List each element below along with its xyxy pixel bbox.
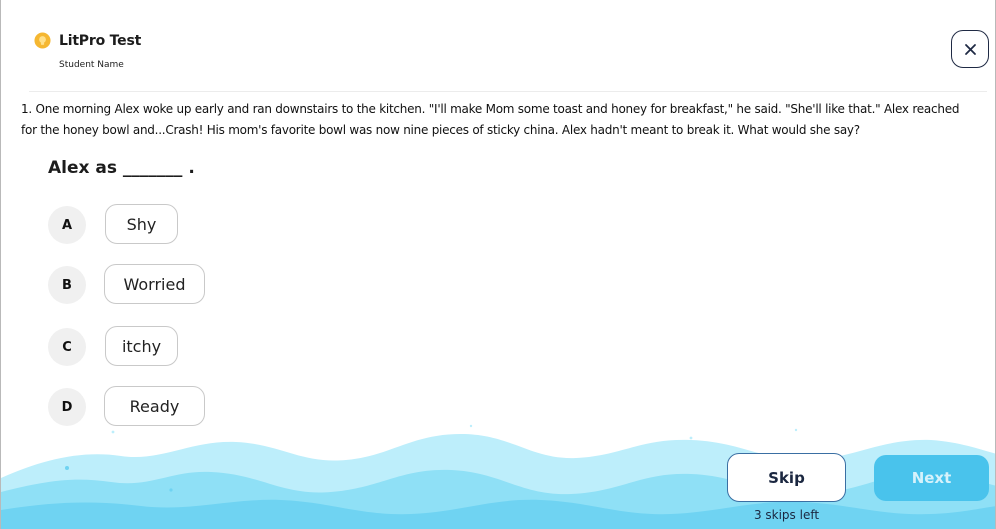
- option-letter: B: [48, 266, 86, 304]
- option-label[interactable]: Worried: [104, 264, 205, 304]
- close-button[interactable]: [951, 30, 989, 68]
- bulb-icon: [34, 32, 51, 49]
- header: LitPro Test Student Name: [1, 0, 995, 92]
- question-stem: Alex as _______ .: [48, 158, 195, 178]
- option-a[interactable]: A Shy: [48, 204, 178, 246]
- skips-left-text: 3 skips left: [753, 508, 820, 522]
- option-c[interactable]: C itchy: [48, 326, 178, 368]
- wave-decoration: [1, 424, 995, 529]
- student-name: Student Name: [59, 60, 124, 70]
- option-letter: C: [48, 328, 86, 366]
- option-b[interactable]: B Worried: [48, 264, 205, 306]
- app-title: LitPro Test: [59, 33, 142, 49]
- option-letter: A: [48, 206, 86, 244]
- header-divider: [29, 91, 987, 92]
- close-icon: [964, 43, 976, 55]
- option-label[interactable]: itchy: [105, 326, 178, 366]
- quiz-screen: LitPro Test Student Name 1. One morning …: [0, 0, 996, 529]
- question-passage: 1. One morning Alex woke up early and ra…: [21, 102, 960, 137]
- next-button[interactable]: Next: [874, 455, 989, 501]
- option-label[interactable]: Shy: [105, 204, 178, 244]
- skip-button[interactable]: Skip: [727, 453, 846, 502]
